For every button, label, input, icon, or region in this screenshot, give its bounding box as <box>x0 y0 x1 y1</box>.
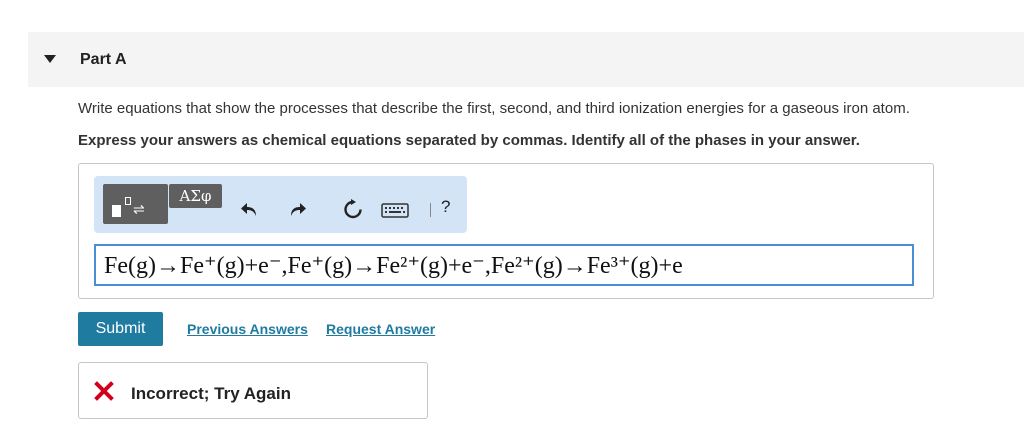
request-answer-link[interactable]: Request Answer <box>326 321 435 337</box>
feedback-status: Incorrect; Try Again <box>131 384 291 403</box>
reset-icon[interactable] <box>342 198 364 220</box>
part-title: Part A <box>80 51 127 68</box>
collapse-caret-icon[interactable] <box>44 55 56 63</box>
incorrect-x-icon <box>94 381 114 401</box>
templates-icon[interactable]: ⇌ <box>103 184 168 224</box>
keyboard-icon[interactable] <box>380 198 410 220</box>
equation-toolbar: ⇌ ΑΣφ ? <box>94 176 467 233</box>
previous-answers-link[interactable]: Previous Answers <box>187 321 308 337</box>
undo-icon[interactable] <box>239 198 261 220</box>
help-icon[interactable]: ? <box>441 197 450 217</box>
submit-button[interactable]: Submit <box>78 312 163 346</box>
redo-icon[interactable] <box>286 198 308 220</box>
instruction-text: Express your answers as chemical equatio… <box>78 132 860 149</box>
part-header[interactable]: Part A <box>28 32 1024 87</box>
feedback-panel: Incorrect; Try Again <box>78 362 428 419</box>
question-text: Write equations that show the processes … <box>78 100 910 117</box>
greek-symbols-icon[interactable]: ΑΣφ <box>169 184 222 208</box>
equation-input[interactable]: Fe(g)→Fe⁺(g)+e⁻,Fe⁺(g)→Fe²⁺(g)+e⁻,Fe²⁺(g… <box>94 244 914 286</box>
toolbar-separator <box>430 203 431 217</box>
answer-box: ⇌ ΑΣφ ? Fe(g)→Fe⁺(g)+e⁻,Fe⁺(g)→Fe²⁺(g)+e… <box>78 163 934 299</box>
